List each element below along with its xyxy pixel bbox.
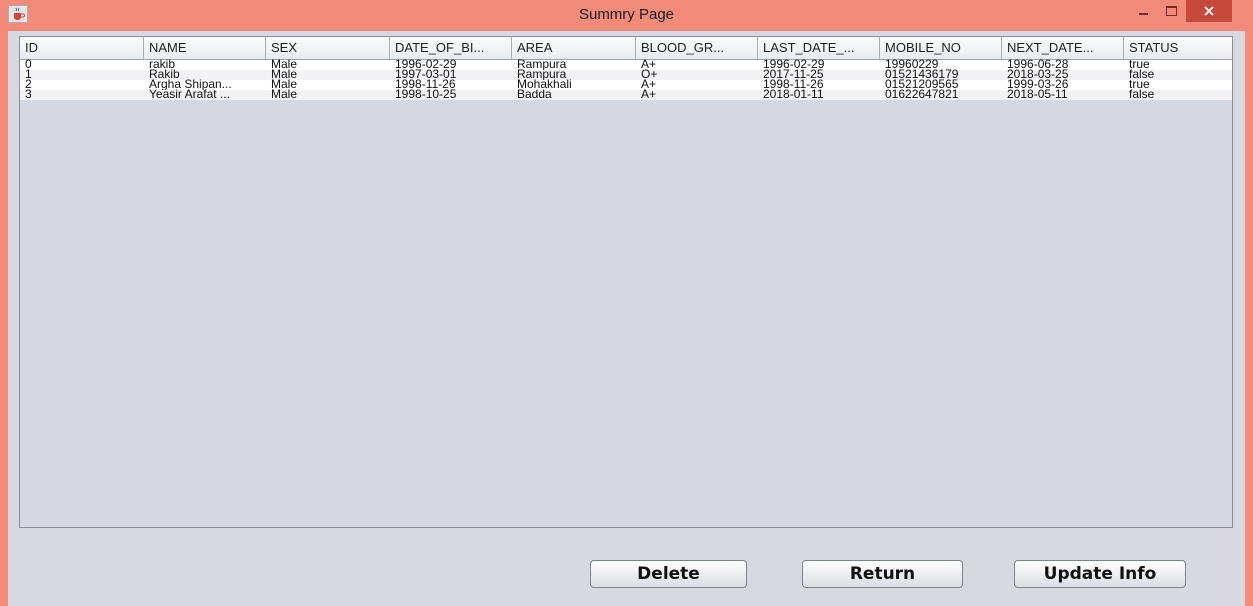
return-button[interactable]: Return	[802, 560, 963, 588]
cell-next-date[interactable]: 2018-05-11	[1002, 88, 1124, 101]
cell-date-of-birth[interactable]: 1998-10-25	[390, 88, 512, 101]
column-header-sex[interactable]: SEX	[266, 37, 390, 59]
column-header-last-date[interactable]: LAST_DATE_...	[758, 37, 880, 59]
cell-blood-group[interactable]: A+	[636, 88, 758, 101]
maximize-icon[interactable]	[1158, 0, 1185, 22]
update-info-button[interactable]: Update Info	[1014, 560, 1186, 588]
delete-button[interactable]: Delete	[590, 560, 747, 588]
column-header-mobile-no[interactable]: MOBILE_NO	[880, 37, 1002, 59]
cell-sex[interactable]: Male	[266, 88, 390, 101]
cell-status[interactable]: false	[1124, 88, 1232, 101]
column-header-date-of-birth[interactable]: DATE_OF_BI...	[390, 37, 512, 59]
close-icon[interactable]	[1186, 0, 1232, 22]
cell-last-date[interactable]: 2018-01-11	[758, 88, 880, 101]
table-row[interactable]: 3 Yeasir Arafat ... Male 1998-10-25 Badd…	[20, 88, 1232, 101]
cell-id[interactable]: 3	[20, 88, 144, 101]
content-pane: ID NAME SEX DATE_OF_BI... AREA BLOOD_GR.…	[8, 31, 1245, 606]
table-body: 0 rakib Male 1996-02-29 Rampura A+ 1996-…	[20, 58, 1232, 101]
column-header-name[interactable]: NAME	[144, 37, 266, 59]
cell-name[interactable]: Yeasir Arafat ...	[144, 88, 266, 101]
column-header-area[interactable]: AREA	[512, 37, 636, 59]
summary-table[interactable]: ID NAME SEX DATE_OF_BI... AREA BLOOD_GR.…	[19, 36, 1233, 528]
title-bar[interactable]: Summry Page	[0, 0, 1253, 34]
column-header-blood-group[interactable]: BLOOD_GR...	[636, 37, 758, 59]
column-header-id[interactable]: ID	[20, 37, 144, 59]
cell-area[interactable]: Badda	[512, 88, 636, 101]
summary-window: Summry Page ID NAME SEX DATE_OF_BI... AR…	[0, 0, 1253, 606]
minimize-icon[interactable]	[1130, 0, 1157, 22]
column-header-next-date[interactable]: NEXT_DATE...	[1002, 37, 1124, 59]
table-header: ID NAME SEX DATE_OF_BI... AREA BLOOD_GR.…	[20, 37, 1232, 60]
cell-mobile-no[interactable]: 01622647821	[880, 88, 1002, 101]
column-header-status[interactable]: STATUS	[1124, 37, 1232, 59]
window-title: Summry Page	[578, 6, 675, 23]
